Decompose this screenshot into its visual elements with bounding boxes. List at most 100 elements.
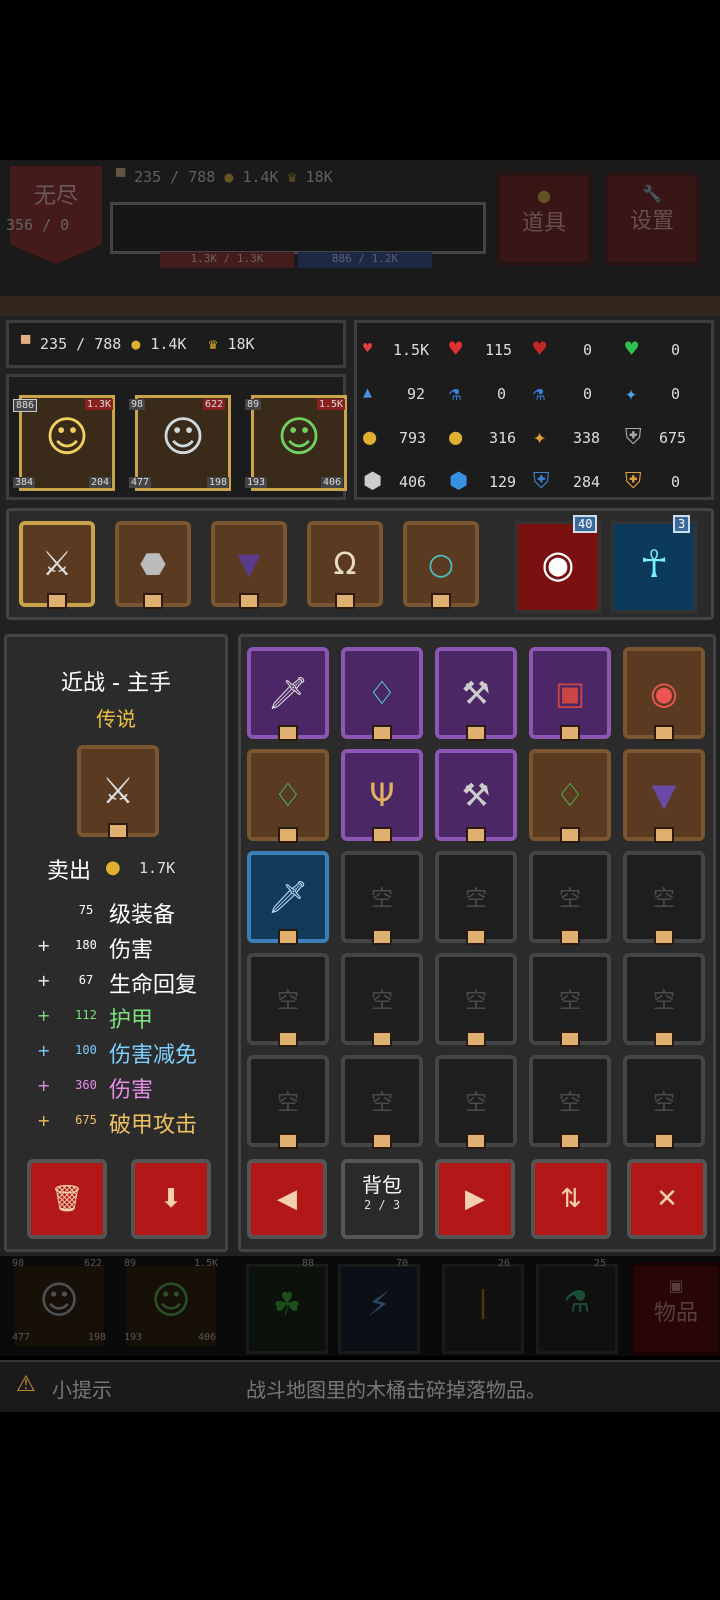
selected-item-preview: ⚔ [77, 745, 159, 839]
bottom-skill-poison[interactable]: ☘ [246, 1264, 328, 1354]
inventory-slot-empty[interactable]: 空 [623, 953, 705, 1047]
equip-slot-ring[interactable]: ○ [403, 521, 479, 609]
arrow-left-icon: ◀ [277, 1184, 297, 1214]
arrow-right-icon: ▶ [465, 1184, 485, 1214]
prev-page-button[interactable]: ◀ [247, 1159, 327, 1239]
endless-mode-flag[interactable]: 无尽 [10, 166, 102, 264]
hero-party: ☺ 886 1.3K 384 204 ☺ 98 622 477 198 ☺ 89… [6, 374, 347, 500]
top-mp-bar: 886 / 1.2K [298, 252, 432, 268]
backpack-page: 2 / 3 [363, 1198, 401, 1212]
gold-count: 1.4K [150, 335, 187, 353]
armor-icon: ⬢ [363, 469, 383, 494]
inventory-slot-empty[interactable]: 空 [247, 953, 329, 1047]
stat-label: 生命回复 [109, 973, 198, 998]
equip-slot-weapon[interactable]: ⚔ [19, 521, 95, 609]
items-button[interactable]: ● 道具 [496, 172, 592, 266]
heal-icon: ♥ [625, 337, 639, 362]
inventory-slot[interactable]: ♢ [341, 647, 423, 741]
equip-slot-amulet[interactable]: Ω [307, 521, 383, 609]
poison-swirl-icon: ☘ [272, 1285, 302, 1323]
tusk-necklace-icon: Ω [333, 546, 357, 582]
gold-coin-icon: ● [224, 168, 234, 186]
inventory-slot-empty[interactable]: 空 [341, 851, 423, 945]
inventory-slot[interactable]: ▼ [623, 749, 705, 843]
lock-icon [466, 929, 486, 945]
eye-skill-level: 40 [573, 515, 598, 533]
lock-icon [560, 929, 580, 945]
lock-icon [108, 823, 128, 839]
equipped-slots: ⚔ ⬣ ▼ Ω ○ ◉ 40 ☥ 3 [6, 508, 714, 620]
tip-text: 战斗地图里的木桶击碎掉落物品。 [246, 1378, 546, 1402]
crit-star-icon: ✦ [625, 381, 638, 405]
backpack-page-indicator[interactable]: 背包 2 / 3 [341, 1159, 423, 1239]
hp-regen-icon: ♥ [449, 337, 463, 362]
inventory-slot[interactable]: ◉ [623, 647, 705, 741]
unequip-button[interactable]: ⬇ [131, 1159, 211, 1239]
empty-slot-label: 空 [370, 887, 393, 912]
bottom-potion-1[interactable]: ❘ [442, 1264, 524, 1354]
lock-icon [278, 725, 298, 741]
inventory-slot[interactable]: ▣ [529, 647, 611, 741]
sort-button[interactable]: ⇅ [531, 1159, 611, 1239]
bottom-skill-lightning[interactable]: ⚡ [338, 1264, 420, 1354]
discard-button[interactable]: 🗑 [27, 1159, 107, 1239]
inventory-slot[interactable]: 🗡 [247, 647, 329, 741]
inventory-slot-empty[interactable]: 空 [435, 1055, 517, 1149]
bottom-potion-2[interactable]: ⚗ [536, 1264, 618, 1354]
lock-icon [278, 1133, 298, 1149]
stat-mp-regen: 0 [497, 385, 507, 403]
inventory-slot-empty[interactable]: 空 [529, 1055, 611, 1149]
inventory-slot-empty[interactable]: 空 [247, 1055, 329, 1149]
knight-hero-icon: ☺ [45, 412, 89, 461]
wood-divider [0, 296, 720, 316]
stat-prefix: + [37, 971, 51, 990]
stat-armor-pierce: 675 [659, 429, 687, 447]
inventory-panel: 🗡 ♢ ⚒ ▣ ◉ ♢ Ψ ⚒ ♢ ▼ 🗡 空空空空空空空空空空空空空空 ◀ 背包 2 / 3 ▶ ⇅… [238, 634, 716, 1252]
empty-slot-label: 空 [652, 887, 675, 912]
lock-icon [654, 827, 674, 843]
inventory-slot-empty[interactable]: 空 [623, 1055, 705, 1149]
inventory-slot[interactable]: 🗡 [247, 851, 329, 945]
inventory-slot[interactable]: Ψ [341, 749, 423, 843]
stat-value: 67 [78, 973, 94, 987]
inventory-slot-empty[interactable]: 空 [435, 851, 517, 945]
inventory-slot-empty[interactable]: 空 [529, 851, 611, 945]
mage-hero-icon: ☺ [277, 412, 321, 461]
inventory-slot[interactable]: ⚒ [435, 749, 517, 843]
inventory-slot-empty[interactable]: 空 [623, 851, 705, 945]
close-button[interactable]: ✕ [627, 1159, 707, 1239]
scimitar-icon: ⚔ [41, 544, 73, 584]
settings-button[interactable]: 🔧 设置 [604, 172, 700, 266]
bottom-hero2-def: 198 [88, 1332, 107, 1343]
gold-sun-icon: ● [449, 425, 463, 450]
stat-damage-reduction: 129 [489, 473, 517, 491]
item-stat-row: 75 级装备 [27, 895, 227, 930]
inventory-slot[interactable]: ♢ [529, 749, 611, 843]
next-page-button[interactable]: ▶ [435, 1159, 515, 1239]
empty-slot-label: 空 [276, 989, 299, 1014]
skill-slot-eye[interactable]: ◉ [515, 521, 601, 613]
equip-slot-armor[interactable]: ⬣ [115, 521, 191, 609]
inventory-slot-empty[interactable]: 空 [341, 953, 423, 1047]
coin-icon: ● [537, 186, 551, 205]
equip-slot-cloak[interactable]: ▼ [211, 521, 287, 609]
bottom-items-button[interactable]: ▣ 物品 [630, 1262, 720, 1356]
hero3-atk: 193 [245, 477, 268, 488]
inventory-slot[interactable]: ♢ [247, 749, 329, 843]
skill-slot-spirit[interactable]: ☥ [611, 521, 697, 613]
potion-flask-icon: ⚗ [563, 1285, 591, 1320]
item-stat-row: +112 护甲 [27, 1000, 227, 1035]
top-food-value: 235 / 788 [134, 168, 216, 186]
lightning-icon: ⚡ [367, 1285, 391, 1323]
spark-icon: ✦ [533, 425, 547, 450]
stat-mp-steal: 0 [583, 385, 593, 403]
mp-steal-icon: ⚗ [533, 381, 546, 405]
empty-slot-label: 空 [464, 989, 487, 1014]
inventory-slot[interactable]: ⚒ [435, 647, 517, 741]
inventory-slot-empty[interactable]: 空 [341, 1055, 423, 1149]
max-mp-icon: ▲ [363, 383, 373, 401]
inventory-slot-empty[interactable]: 空 [529, 953, 611, 1047]
stat-attack-speed: 338 [573, 429, 601, 447]
resource-bar: ▀ 235 / 788 ● 1.4K ♛ 18K [6, 320, 346, 368]
inventory-slot-empty[interactable]: 空 [435, 953, 517, 1047]
